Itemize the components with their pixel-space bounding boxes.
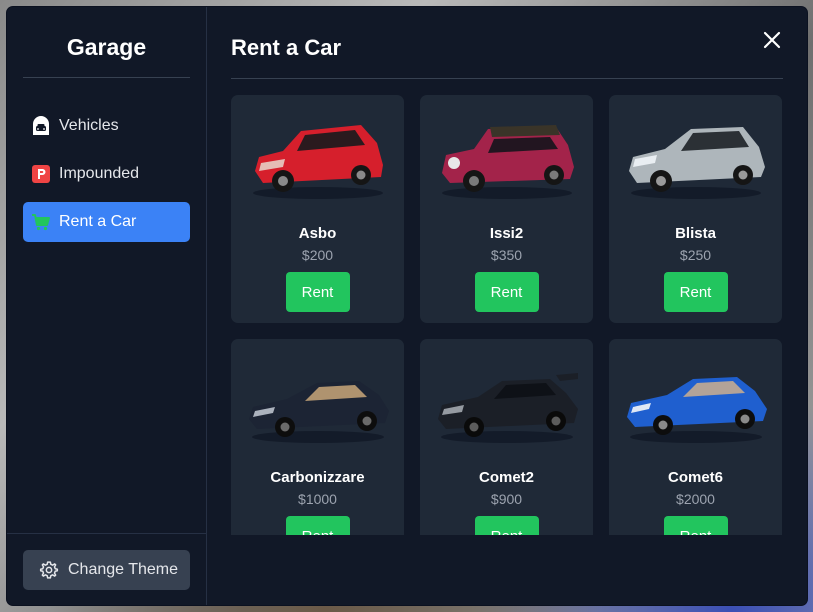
close-icon (763, 31, 781, 54)
car-garage-icon (31, 116, 51, 136)
cart-icon (31, 212, 51, 232)
rent-button[interactable]: Rent (663, 272, 728, 312)
vehicle-price: $1000 (298, 491, 337, 507)
vehicle-card: Issi2 $350 Rent (420, 95, 593, 323)
rent-button[interactable]: Rent (285, 516, 350, 535)
main-header: Rent a Car (231, 7, 783, 79)
sidebar-item-label: Impounded (59, 165, 140, 182)
gear-icon (39, 560, 59, 580)
vehicle-name: Comet6 (667, 469, 723, 486)
vehicle-image (621, 357, 771, 449)
vehicle-image (432, 357, 582, 449)
sidebar-footer: Change Theme (7, 533, 206, 605)
sidebar-item-vehicles[interactable]: Vehicles (23, 106, 190, 146)
vehicle-grid: Asbo $200 Rent Issi2 $350 Rent Blista $2… (231, 95, 785, 535)
vehicle-card: Blista $250 Rent (609, 95, 782, 323)
sidebar-item-label: Rent a Car (59, 213, 137, 230)
vehicle-image (243, 113, 393, 205)
close-button[interactable] (761, 31, 783, 53)
vehicle-image (621, 113, 771, 205)
change-theme-label: Change Theme (68, 561, 178, 578)
vehicle-card: Comet6 $2000 Rent (609, 339, 782, 535)
vehicle-price: $2000 (676, 491, 715, 507)
vehicle-price: $350 (490, 247, 523, 263)
sidebar-nav: Vehicles Impounded Rent a Car (23, 106, 190, 250)
sidebar-item-rent-a-car[interactable]: Rent a Car (23, 202, 190, 242)
vehicle-price: $200 (301, 247, 334, 263)
page-title: Rent a Car (231, 34, 342, 60)
vehicle-card: Comet2 $900 Rent (420, 339, 593, 535)
vehicle-name: Issi2 (489, 225, 524, 242)
rent-button[interactable]: Rent (474, 272, 539, 312)
vehicle-name: Blista (675, 225, 716, 242)
rent-button[interactable]: Rent (663, 516, 728, 535)
sidebar-item-label: Vehicles (59, 117, 119, 134)
garage-window: Garage Vehicles Impounded Rent a Car Cha… (7, 7, 807, 605)
vehicle-price: $250 (679, 247, 712, 263)
vehicle-image (432, 113, 582, 205)
rent-button[interactable]: Rent (285, 272, 350, 312)
vehicle-name: Carbonizzare (270, 469, 365, 486)
vehicle-name: Comet2 (478, 469, 534, 486)
vehicle-card: Carbonizzare $1000 Rent (231, 339, 404, 535)
vehicle-image (243, 357, 393, 449)
vehicle-card: Asbo $200 Rent (231, 95, 404, 323)
main-panel: Rent a Car Asbo $200 Rent Issi2 $350 Ren… (207, 7, 807, 605)
vehicle-name: Asbo (298, 225, 337, 242)
sidebar: Garage Vehicles Impounded Rent a Car Cha… (7, 7, 207, 605)
rent-button[interactable]: Rent (474, 516, 539, 535)
parking-icon (31, 164, 51, 184)
sidebar-title: Garage (23, 7, 190, 78)
vehicle-price: $900 (490, 491, 523, 507)
vehicle-grid-scroll[interactable]: Asbo $200 Rent Issi2 $350 Rent Blista $2… (231, 95, 785, 535)
sidebar-item-impounded[interactable]: Impounded (23, 154, 190, 194)
change-theme-button[interactable]: Change Theme (23, 550, 190, 590)
